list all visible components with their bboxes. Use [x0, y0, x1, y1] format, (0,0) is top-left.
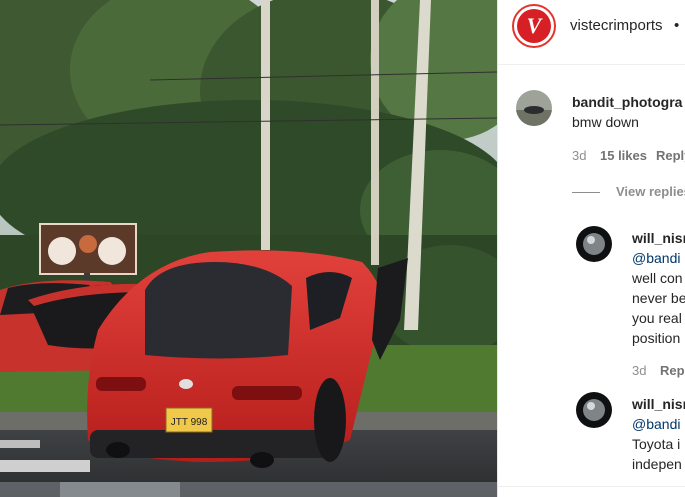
comment-reply-button[interactable]: Reply [656, 148, 685, 163]
reply-age[interactable]: 3d [632, 363, 646, 378]
view-replies-button[interactable]: View replies [616, 184, 685, 199]
post-header: V vistecrimports • [498, 0, 685, 65]
reply-reply-button[interactable]: Repl [660, 363, 685, 378]
comment-text: bmw down [572, 114, 639, 130]
reply-text-line: you real [632, 310, 682, 326]
header-separator: • [674, 17, 680, 34]
reply-username[interactable]: will_nism [632, 230, 685, 246]
license-plate-text: JTT 998 [171, 417, 208, 428]
reply-mention[interactable]: @bandi [632, 248, 680, 268]
reply-username[interactable]: will_nism [632, 396, 685, 412]
reply-text-line: well con [632, 270, 683, 286]
comment-username[interactable]: bandit_photogra [572, 94, 682, 110]
comments-panel: V vistecrimports • bandit_photogra bmw d… [497, 0, 685, 497]
post-photo: JTT 998 [0, 0, 497, 497]
brand-logo-icon: V [517, 9, 551, 43]
author-username[interactable]: vistecrimports [570, 17, 663, 34]
author-avatar[interactable]: V [512, 4, 556, 48]
reply-text-line: never be [632, 290, 685, 306]
reply-text-line: position [632, 330, 681, 346]
reply-avatar[interactable] [576, 226, 612, 262]
reply-avatar[interactable] [576, 392, 612, 428]
commenter-avatar[interactable] [516, 90, 552, 126]
comment-age[interactable]: 3d [572, 148, 586, 163]
comment-likes[interactable]: 15 likes [600, 148, 647, 163]
view-replies-line [572, 192, 600, 193]
reply-text-line: indepen [632, 456, 682, 472]
reply-mention[interactable]: @bandi [632, 414, 680, 434]
reply-text-line: Toyota i [632, 436, 681, 452]
panel-divider [498, 486, 685, 487]
